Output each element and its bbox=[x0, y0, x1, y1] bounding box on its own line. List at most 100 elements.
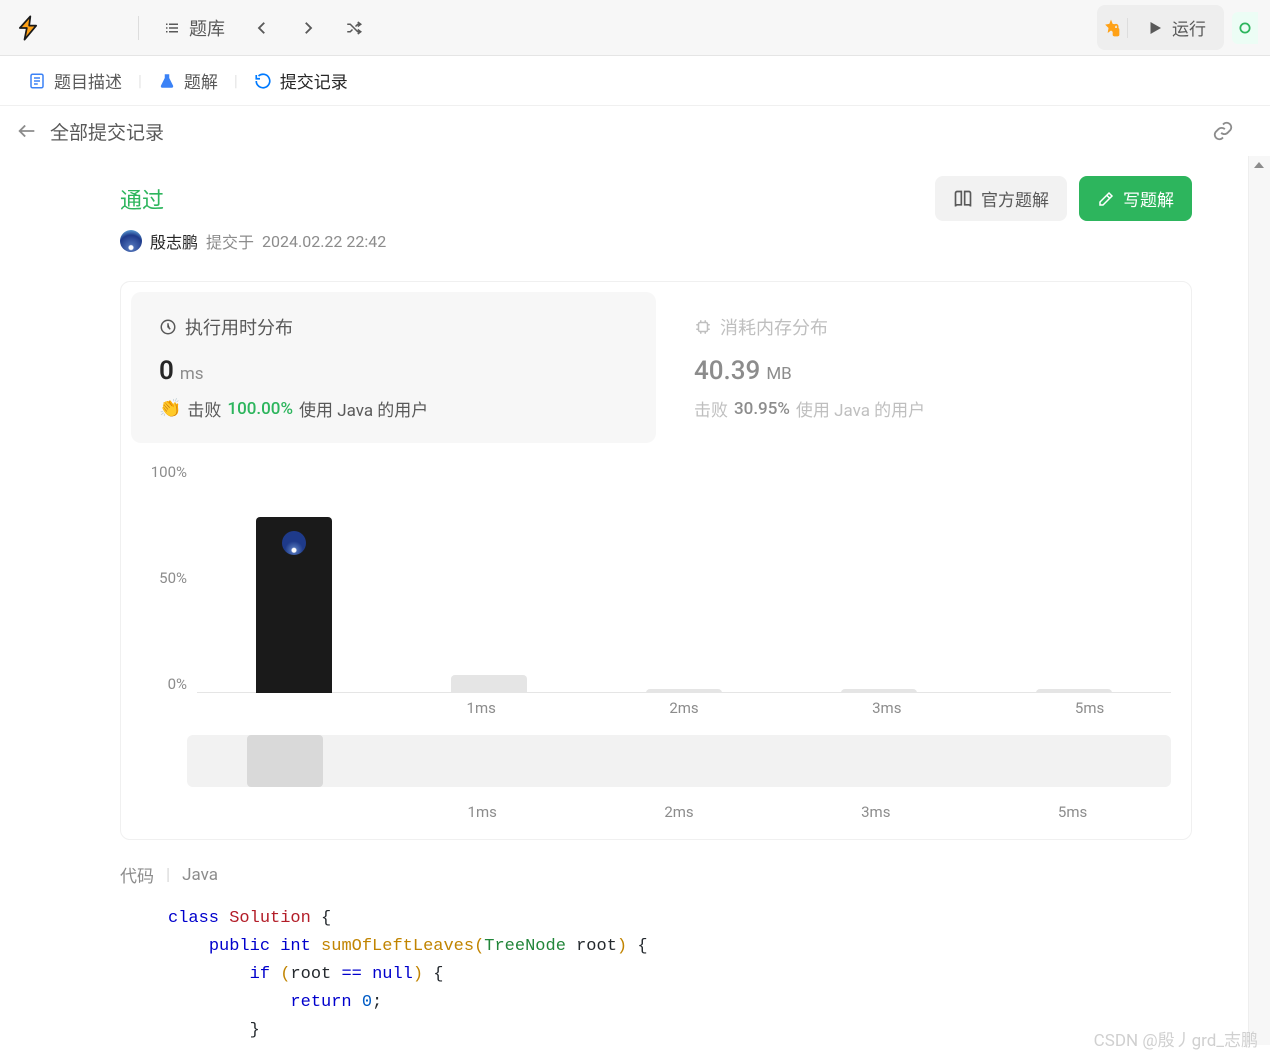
code-language: Java bbox=[182, 865, 218, 885]
y-tick: 0% bbox=[168, 675, 187, 693]
bar[interactable] bbox=[451, 675, 527, 693]
minimap-label: 2ms bbox=[581, 803, 778, 821]
chevron-right-icon bbox=[299, 19, 317, 37]
tabs-row: 题目描述 | 题解 | 提交记录 bbox=[0, 56, 1270, 106]
memory-pane[interactable]: 消耗内存分布 40.39 MB 击败 30.95% 使用 Java 的用户 bbox=[666, 282, 1191, 453]
runtime-value: 0 bbox=[159, 356, 174, 386]
sub-header: 全部提交记录 bbox=[0, 106, 1270, 156]
flask-icon bbox=[158, 72, 176, 90]
status-row: 通过 官方题解 写题解 bbox=[120, 176, 1192, 221]
y-tick: 100% bbox=[151, 463, 187, 481]
bar-column[interactable] bbox=[392, 463, 587, 693]
runtime-chart: 100% 50% 0% bbox=[121, 453, 1191, 693]
x-label: 5ms bbox=[988, 699, 1191, 717]
official-solution-button[interactable]: 官方题解 bbox=[935, 176, 1067, 221]
next-button[interactable] bbox=[289, 13, 327, 43]
bar-column[interactable] bbox=[587, 463, 782, 693]
submitted-prefix: 提交于 bbox=[206, 229, 254, 253]
runtime-pane[interactable]: 执行用时分布 0 ms 👏 击败 100.00% 使用 Java 的用户 bbox=[131, 292, 656, 443]
history-icon bbox=[254, 72, 272, 90]
write-solution-button[interactable]: 写题解 bbox=[1079, 176, 1192, 221]
scrollbar[interactable] bbox=[1248, 156, 1270, 1045]
bar[interactable] bbox=[646, 689, 722, 693]
beat-suffix: 使用 Java 的用户 bbox=[796, 396, 925, 421]
beat-label: 击败 bbox=[187, 396, 221, 421]
divider: | bbox=[166, 865, 170, 885]
minimap-column[interactable] bbox=[187, 735, 384, 787]
link-icon[interactable] bbox=[1212, 120, 1254, 142]
stat-title: 消耗内存分布 bbox=[720, 314, 828, 340]
chevron-left-icon bbox=[253, 19, 271, 37]
minimap-column[interactable] bbox=[974, 735, 1171, 787]
minimap[interactable] bbox=[187, 735, 1171, 787]
tab-label: 提交记录 bbox=[280, 68, 348, 93]
problems-button[interactable]: 题库 bbox=[153, 9, 235, 47]
tab-label: 题解 bbox=[184, 68, 218, 93]
minimap-label bbox=[187, 803, 384, 821]
shuffle-icon bbox=[345, 19, 363, 37]
back-button[interactable] bbox=[16, 120, 38, 142]
prev-button[interactable] bbox=[243, 13, 281, 43]
bar[interactable] bbox=[1036, 689, 1112, 693]
btn-label: 写题解 bbox=[1123, 186, 1174, 211]
chart-plot[interactable] bbox=[197, 463, 1171, 693]
subhead-title: 全部提交记录 bbox=[50, 118, 164, 145]
minimap-label: 1ms bbox=[384, 803, 581, 821]
premium-icon[interactable] bbox=[1101, 18, 1128, 38]
divider: | bbox=[234, 71, 238, 90]
y-axis: 100% 50% 0% bbox=[141, 463, 197, 693]
bar-column[interactable] bbox=[197, 463, 392, 693]
bar-column[interactable] bbox=[976, 463, 1171, 693]
description-icon bbox=[28, 72, 46, 90]
minimap-selection bbox=[247, 735, 323, 787]
submitted-time: 2024.02.22 22:42 bbox=[262, 232, 386, 251]
list-icon bbox=[163, 19, 181, 37]
bar[interactable] bbox=[841, 689, 917, 693]
minimap-column[interactable] bbox=[581, 735, 778, 787]
stat-title: 执行用时分布 bbox=[185, 314, 293, 340]
minimap-column[interactable] bbox=[384, 735, 581, 787]
divider: | bbox=[138, 71, 142, 90]
play-icon bbox=[1146, 19, 1164, 37]
minimap-label: 5ms bbox=[974, 803, 1171, 821]
tab-solution[interactable]: 题解 bbox=[146, 60, 230, 101]
btn-label: 官方题解 bbox=[981, 186, 1049, 211]
chip-icon bbox=[694, 318, 712, 336]
x-axis: 1ms2ms3ms5ms bbox=[121, 699, 1191, 717]
bar[interactable] bbox=[256, 517, 332, 693]
minimap-labels: 1ms2ms3ms5ms bbox=[121, 803, 1191, 839]
x-label: 3ms bbox=[785, 699, 988, 717]
y-tick: 50% bbox=[159, 569, 187, 587]
status-badge: 通过 bbox=[120, 183, 164, 215]
tab-submissions[interactable]: 提交记录 bbox=[242, 60, 360, 101]
avatar-marker bbox=[282, 531, 306, 555]
x-label: 2ms bbox=[583, 699, 786, 717]
beat-suffix: 使用 Java 的用户 bbox=[299, 396, 428, 421]
logo-icon[interactable] bbox=[12, 12, 44, 44]
runtime-unit: ms bbox=[180, 364, 204, 384]
code-header: 代码 | Java bbox=[120, 862, 1192, 887]
tab-description[interactable]: 题目描述 bbox=[16, 60, 134, 101]
minimap-column[interactable] bbox=[777, 735, 974, 787]
content: 通过 官方题解 写题解 殷志鹏 提交于 2024.02.22 22:42 执行用… bbox=[0, 156, 1248, 1045]
run-label: 运行 bbox=[1172, 15, 1206, 40]
author-row: 殷志鹏 提交于 2024.02.22 22:42 bbox=[120, 229, 1192, 253]
beat-pct: 30.95% bbox=[734, 399, 790, 419]
beat-pct: 100.00% bbox=[227, 399, 293, 419]
shuffle-button[interactable] bbox=[335, 13, 373, 43]
book-icon bbox=[953, 189, 973, 209]
bar-column[interactable] bbox=[781, 463, 976, 693]
run-area: 运行 bbox=[1097, 5, 1224, 50]
author-name[interactable]: 殷志鹏 bbox=[150, 229, 198, 253]
code-label: 代码 bbox=[120, 862, 154, 887]
code-block[interactable]: class Solution { public int sumOfLeftLea… bbox=[120, 905, 1192, 1045]
avatar[interactable] bbox=[120, 230, 142, 252]
stats-card: 执行用时分布 0 ms 👏 击败 100.00% 使用 Java 的用户 消耗内… bbox=[120, 281, 1192, 840]
memory-unit: MB bbox=[766, 364, 791, 384]
continue-button[interactable] bbox=[1232, 12, 1258, 44]
run-button[interactable]: 运行 bbox=[1132, 9, 1220, 46]
beat-label: 击败 bbox=[694, 396, 728, 421]
x-label bbox=[177, 699, 380, 717]
problems-label: 题库 bbox=[189, 15, 225, 41]
divider bbox=[138, 16, 139, 40]
